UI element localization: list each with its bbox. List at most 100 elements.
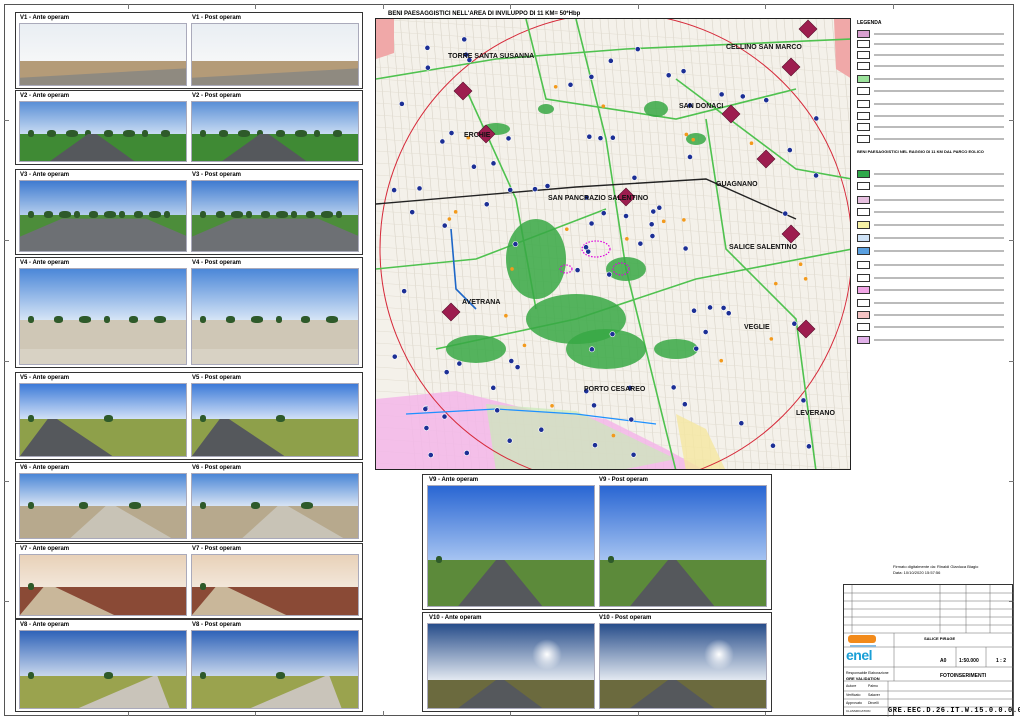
- legend-text-placeholder: [874, 173, 1004, 175]
- town-marker: [781, 224, 801, 244]
- tree: [245, 211, 252, 218]
- ante-caption: V6 - Ante operam: [20, 465, 70, 471]
- photo-road: [192, 348, 358, 364]
- heritage-point: [600, 210, 607, 217]
- tree: [122, 130, 135, 137]
- photo-sky: [20, 384, 186, 421]
- heritage-point: [574, 267, 581, 274]
- tree: [250, 316, 263, 323]
- legend-text-placeholder: [874, 185, 1004, 187]
- role-approvato: Approvato: [846, 701, 862, 705]
- tree: [313, 130, 320, 137]
- photo-panel-v3: V3 - Ante operam V3 - Post operam: [15, 169, 363, 255]
- heritage-point: [763, 97, 770, 104]
- photo-sky: [600, 624, 766, 682]
- sun-glare: [704, 639, 735, 670]
- place-label: LEVERANO: [796, 410, 835, 417]
- map-title: BENI PAESAGGISTICI NELL'AREA DI INVILUPP…: [388, 11, 581, 17]
- tree: [160, 130, 170, 137]
- legend-text-placeholder: [874, 115, 1004, 117]
- tree: [276, 415, 285, 422]
- legend-row: [855, 274, 1011, 283]
- legend-text-placeholder: [874, 138, 1004, 140]
- orange-point: [719, 358, 724, 363]
- orange-point: [550, 403, 554, 408]
- tree: [134, 211, 144, 218]
- legend-row: [855, 311, 1011, 320]
- photo-panel-v6: V6 - Ante operam V6 - Post operam: [15, 462, 363, 542]
- heritage-point: [649, 233, 656, 239]
- ante-caption: V1 - Ante operam: [20, 15, 70, 21]
- heritage-point: [538, 426, 545, 433]
- heritage-point: [813, 172, 819, 179]
- heritage-point: [806, 443, 812, 450]
- tree: [43, 211, 53, 218]
- orange-point: [803, 276, 808, 281]
- name-autore: Palmo: [868, 684, 878, 688]
- tree: [129, 502, 142, 509]
- heritage-point: [448, 130, 455, 136]
- photo-sky: [600, 486, 766, 562]
- legend-text-placeholder: [874, 237, 1004, 239]
- legend-text-placeholder: [874, 33, 1004, 35]
- photo-sky: [192, 631, 358, 678]
- legend-text-placeholder: [874, 126, 1004, 128]
- photo-road: [20, 348, 186, 364]
- green-road: [705, 118, 817, 469]
- heritage-point: [628, 416, 635, 423]
- ante-caption: V8 - Ante operam: [20, 622, 70, 628]
- orange-point: [453, 210, 458, 214]
- heritage-point: [607, 57, 614, 64]
- photo-sky: [192, 24, 358, 63]
- photo-ante: [19, 268, 187, 365]
- photo-ante: [19, 554, 187, 616]
- top-tick: [128, 4, 129, 9]
- heritage-point: [441, 222, 448, 229]
- legend-swatch: [857, 311, 870, 319]
- heritage-point: [506, 437, 513, 444]
- heritage-point: [505, 135, 512, 142]
- heritage-point: [682, 245, 689, 252]
- legend: LEGENDA BENI PAESAGGISTICI NEL RAGGIO DI…: [855, 18, 1011, 356]
- parcel-line: [687, 19, 729, 469]
- parcel-line: [807, 19, 849, 469]
- orange-point: [611, 433, 616, 438]
- left-tick: [4, 481, 9, 482]
- heritage-point: [409, 209, 416, 216]
- tree: [88, 211, 98, 218]
- photo-post: [191, 473, 359, 539]
- legend-row: [855, 208, 1011, 217]
- heritage-point: [424, 44, 431, 51]
- legend-swatch: [857, 221, 870, 229]
- legend-row: [855, 299, 1011, 308]
- legend-swatch: [857, 299, 870, 307]
- heritage-point: [483, 201, 490, 208]
- post-caption: V2 - Post operam: [192, 93, 242, 99]
- heritage-point: [681, 401, 688, 408]
- legend-swatch: [857, 87, 870, 95]
- heritage-point: [423, 425, 430, 431]
- legend-swatch: [857, 208, 870, 216]
- orange-point: [504, 313, 508, 318]
- photo-sky: [20, 474, 186, 508]
- photo-post: [191, 554, 359, 616]
- tree: [276, 316, 282, 323]
- legend-text-placeholder: [874, 250, 1004, 252]
- heritage-point: [630, 451, 637, 458]
- photo-panel-v2: V2 - Ante operam V2 - Post operam: [15, 90, 363, 165]
- heritage-point: [544, 183, 551, 189]
- signature-line-1: Firmato digitalmente da: Rinaldi Gianluc…: [893, 564, 979, 569]
- heritage-point: [592, 442, 598, 449]
- parcel-line: [591, 19, 633, 469]
- place-label: CELLINO SAN MARCO: [726, 44, 802, 51]
- legend-row: [855, 51, 1011, 60]
- parcel-line: [847, 19, 850, 46]
- scale-value: 1:50.000: [959, 658, 979, 664]
- legend-swatch: [857, 51, 870, 59]
- legend-row: [855, 30, 1011, 39]
- legend-swatch: [857, 261, 870, 269]
- legend-text-placeholder: [874, 277, 1004, 279]
- tree: [321, 211, 334, 218]
- tree: [78, 502, 88, 509]
- heritage-point: [583, 244, 589, 251]
